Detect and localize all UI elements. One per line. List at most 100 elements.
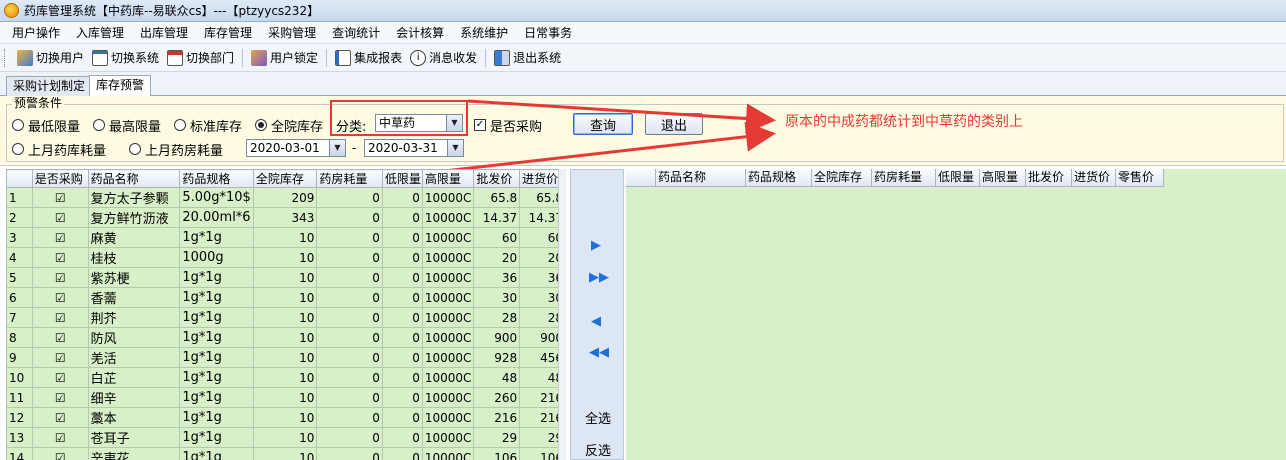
table-row[interactable]: 3 ☑ 麻黄 1g*1g 10 0 0 10000C 60 60	[6, 227, 566, 248]
query-button[interactable]: 查询	[573, 113, 633, 135]
column-header[interactable]: 药品规格	[746, 169, 812, 187]
invert-selection-button[interactable]: 反选	[585, 440, 611, 459]
radio-max-limit[interactable]: 最高限量	[93, 116, 161, 135]
menu-daily[interactable]: 日常事务	[516, 22, 580, 44]
menu-system[interactable]: 系统维护	[452, 22, 516, 44]
purchase-checkbox[interactable]: ✓ 是否采购	[474, 116, 542, 135]
menu-stock-in[interactable]: 入库管理	[68, 22, 132, 44]
column-header[interactable]: 批发价	[1026, 169, 1072, 187]
purchase-checkbox-cell[interactable]: ☑	[31, 347, 89, 368]
radio-dot	[12, 143, 24, 155]
radio-lastmonth-pharmacy[interactable]: 上月药房耗量	[129, 140, 223, 159]
table-row[interactable]: 8 ☑ 防风 1g*1g 10 0 0 10000C 900 900	[6, 327, 566, 348]
category-select[interactable]: 中草药 ▼	[375, 114, 463, 132]
menu-inventory[interactable]: 库存管理	[196, 22, 260, 44]
menu-accounting[interactable]: 会计核算	[388, 22, 452, 44]
column-header[interactable]: 低限量	[381, 169, 423, 188]
move-all-right-icon[interactable]: ▶▶	[589, 270, 609, 285]
purchase-checkbox-cell[interactable]: ☑	[31, 427, 89, 448]
column-header[interactable]: 药房耗量	[316, 169, 383, 188]
exit-door-icon	[494, 49, 511, 66]
table-cell: 10000C	[421, 347, 475, 368]
purchase-checkbox-cell[interactable]: ☑	[31, 227, 89, 248]
purchase-checkbox-cell[interactable]: ☑	[31, 307, 89, 328]
table-cell: 10000C	[421, 407, 475, 428]
radio-hospital-stock[interactable]: 全院库存	[255, 116, 323, 135]
menu-purchase[interactable]: 采购管理	[260, 22, 324, 44]
purchase-checkbox-cell[interactable]: ☑	[31, 447, 89, 460]
column-header[interactable]	[6, 169, 33, 188]
switch-dept-button[interactable]: 切换部门	[163, 47, 238, 69]
message-button[interactable]: i 消息收发	[406, 47, 481, 69]
purchase-checkbox-cell[interactable]: ☑	[31, 367, 89, 388]
menu-query[interactable]: 查询统计	[324, 22, 388, 44]
table-row[interactable]: 9 ☑ 羌活 1g*1g 10 0 0 10000C 928 456	[6, 347, 566, 368]
column-header[interactable]: 进货价	[1072, 169, 1116, 187]
table-row[interactable]: 4 ☑ 桂枝 1000g 10 0 0 10000C 20 20	[6, 247, 566, 268]
column-header[interactable]: 全院库存	[812, 169, 872, 187]
radio-dot	[129, 143, 141, 155]
table-row[interactable]: 14 ☑ 辛夷花 1g*1g 10 0 0 10000C 106 106	[6, 447, 566, 460]
column-header[interactable]: 低限量	[936, 169, 980, 187]
table-cell: 216	[473, 407, 521, 428]
chevron-down-icon[interactable]: ▼	[446, 115, 462, 131]
toolbar-separator	[242, 48, 244, 67]
menu-stock-out[interactable]: 出库管理	[132, 22, 196, 44]
switch-user-button[interactable]: 切换用户	[13, 47, 88, 69]
column-header[interactable]: 高限量	[421, 169, 475, 188]
report-button[interactable]: 集成报表	[331, 47, 406, 69]
table-row[interactable]: 11 ☑ 细辛 1g*1g 10 0 0 10000C 260 216	[6, 387, 566, 408]
table-row[interactable]: 12 ☑ 藁本 1g*1g 10 0 0 10000C 216 216	[6, 407, 566, 428]
column-header[interactable]: 药品名称	[656, 169, 746, 187]
purchase-checkbox-cell[interactable]: ☑	[31, 407, 89, 428]
table-cell: 0	[316, 367, 383, 388]
column-header[interactable]: 是否采购	[31, 169, 89, 188]
vertical-scrollbar[interactable]	[558, 169, 566, 460]
column-header[interactable]: 全院库存	[252, 169, 318, 188]
purchase-checkbox-cell[interactable]: ☑	[31, 327, 89, 348]
row-number: 8	[6, 327, 33, 348]
menu-user-ops[interactable]: 用户操作	[4, 22, 68, 44]
table-cell: 0	[316, 287, 383, 308]
move-right-icon[interactable]: ▶	[591, 238, 601, 253]
radio-min-limit[interactable]: 最低限量	[12, 116, 80, 135]
toolbar-grip[interactable]	[4, 48, 7, 67]
column-header[interactable]: 药品名称	[87, 169, 181, 188]
table-row[interactable]: 7 ☑ 荆芥 1g*1g 10 0 0 10000C 28 28	[6, 307, 566, 328]
switch-system-button[interactable]: 切换系统	[88, 47, 163, 69]
column-header[interactable]: 高限量	[980, 169, 1026, 187]
user-lock-button[interactable]: 用户锁定	[247, 47, 322, 69]
date-to-picker[interactable]: 2020-03-31 ▼	[364, 139, 464, 157]
radio-standard-stock[interactable]: 标准库存	[174, 116, 242, 135]
date-from-picker[interactable]: 2020-03-01 ▼	[246, 139, 346, 157]
exit-system-button[interactable]: 退出系统	[490, 47, 565, 69]
purchase-checkbox-cell[interactable]: ☑	[31, 387, 89, 408]
purchase-checkbox-cell[interactable]: ☑	[31, 207, 89, 228]
tab-stock-warning[interactable]: 库存预警	[89, 75, 152, 97]
table-row[interactable]: 10 ☑ 白芷 1g*1g 10 0 0 10000C 48 48	[6, 367, 566, 388]
chevron-down-icon[interactable]: ▼	[447, 140, 463, 156]
purchase-checkbox-cell[interactable]: ☑	[31, 187, 89, 208]
column-header[interactable]	[626, 169, 656, 187]
select-all-button[interactable]: 全选	[585, 408, 611, 427]
chevron-down-icon[interactable]: ▼	[329, 140, 345, 156]
move-all-left-icon[interactable]: ◀◀	[589, 345, 609, 360]
column-header[interactable]: 药房耗量	[872, 169, 936, 187]
table-row[interactable]: 1 ☑ 复方太子参颗 5.00g*10$ 209 0 0 10000C 65.8 65.8	[6, 187, 566, 208]
purchase-checkbox-cell[interactable]: ☑	[31, 247, 89, 268]
purchase-checkbox-cell[interactable]: ☑	[31, 287, 89, 308]
column-header[interactable]: 药品规格	[179, 169, 254, 188]
column-header[interactable]: 批发价	[473, 169, 521, 188]
table-row[interactable]: 5 ☑ 紫苏梗 1g*1g 10 0 0 10000C 36 36	[6, 267, 566, 288]
move-left-icon[interactable]: ◀	[591, 314, 601, 329]
column-header[interactable]: 零售价	[1116, 169, 1164, 187]
exit-button[interactable]: 退出	[645, 113, 703, 135]
report-icon	[335, 49, 352, 66]
table-cell: 10000C	[421, 267, 475, 288]
tab-purchase-plan[interactable]: 采购计划制定	[6, 76, 93, 96]
radio-lastmonth-store[interactable]: 上月药库耗量	[12, 140, 106, 159]
table-row[interactable]: 2 ☑ 复方鲜竹沥液 20.00ml*6 343 0 0 10000C 14.37 14.37	[6, 207, 566, 228]
purchase-checkbox-cell[interactable]: ☑	[31, 267, 89, 288]
table-row[interactable]: 13 ☑ 苍耳子 1g*1g 10 0 0 10000C 29 29	[6, 427, 566, 448]
table-row[interactable]: 6 ☑ 香薷 1g*1g 10 0 0 10000C 30 30	[6, 287, 566, 308]
